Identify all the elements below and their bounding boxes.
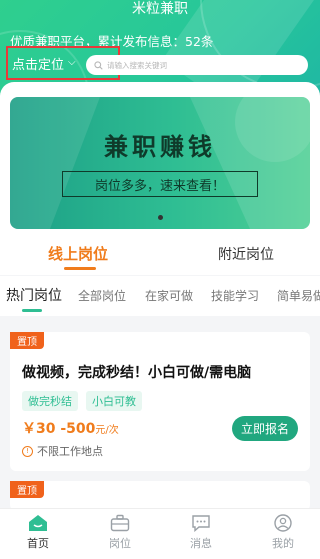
location-label: 点击定位: [12, 57, 65, 73]
tab-active-indicator: [64, 267, 96, 270]
banner-decoration: [10, 97, 310, 229]
job-tag: 小白可教: [86, 391, 142, 411]
briefcase-icon: [110, 514, 130, 532]
search-input[interactable]: 请输入搜索关键词: [86, 55, 308, 75]
banner-title: 兼职赚钱: [104, 133, 216, 161]
category-easy[interactable]: 简单易做: [277, 287, 320, 304]
home-icon: [29, 515, 47, 531]
category-hot[interactable]: 热门岗位: [6, 285, 62, 305]
promo-banner[interactable]: 兼职赚钱 岗位多多，速来查看！: [10, 97, 310, 229]
tabbar-label: 我的: [272, 537, 294, 550]
job-price: ￥30 -500元/次: [22, 418, 119, 438]
info-icon: !: [22, 445, 33, 457]
price-unit: 元/次: [95, 425, 119, 436]
tabbar-messages[interactable]: 消息: [169, 514, 233, 551]
tab-online-jobs[interactable]: 线上岗位: [48, 243, 108, 264]
user-icon: [274, 514, 292, 532]
tab-nearby-jobs[interactable]: 附近岗位: [218, 244, 274, 264]
tabbar-jobs[interactable]: 岗位: [88, 514, 152, 551]
job-title[interactable]: 做视频，完成秒结！小白可做/需电脑: [22, 362, 251, 382]
chat-icon: [192, 515, 210, 532]
category-skills[interactable]: 技能学习: [211, 287, 259, 304]
tabbar-label: 消息: [190, 537, 212, 550]
carousel-indicator: [158, 215, 163, 220]
category-home[interactable]: 在家可做: [145, 287, 193, 304]
price-value: ￥30 -500: [22, 421, 96, 437]
pinned-badge: 置顶: [10, 332, 44, 349]
job-location-text: 不限工作地点: [37, 445, 103, 458]
app-title: 米粒兼职: [132, 1, 188, 17]
tabbar-home[interactable]: 首页: [6, 514, 70, 551]
chevron-down-icon: ⌵: [68, 56, 76, 68]
search-placeholder: 请输入搜索关键词: [107, 60, 167, 70]
search-icon: [94, 60, 103, 70]
job-card[interactable]: [10, 481, 310, 511]
tabbar-label: 岗位: [109, 537, 131, 550]
job-location: ! 不限工作地点: [22, 443, 103, 459]
banner-subtitle: 岗位多多，速来查看！: [62, 171, 258, 197]
apply-button[interactable]: 立即报名: [232, 416, 298, 441]
category-active-indicator: [22, 309, 42, 312]
tabbar-profile[interactable]: 我的: [251, 514, 315, 551]
pinned-badge: 置顶: [10, 481, 44, 498]
category-all[interactable]: 全部岗位: [78, 287, 126, 304]
tabbar-label: 首页: [27, 537, 49, 550]
job-tag: 做完秒结: [22, 391, 78, 411]
